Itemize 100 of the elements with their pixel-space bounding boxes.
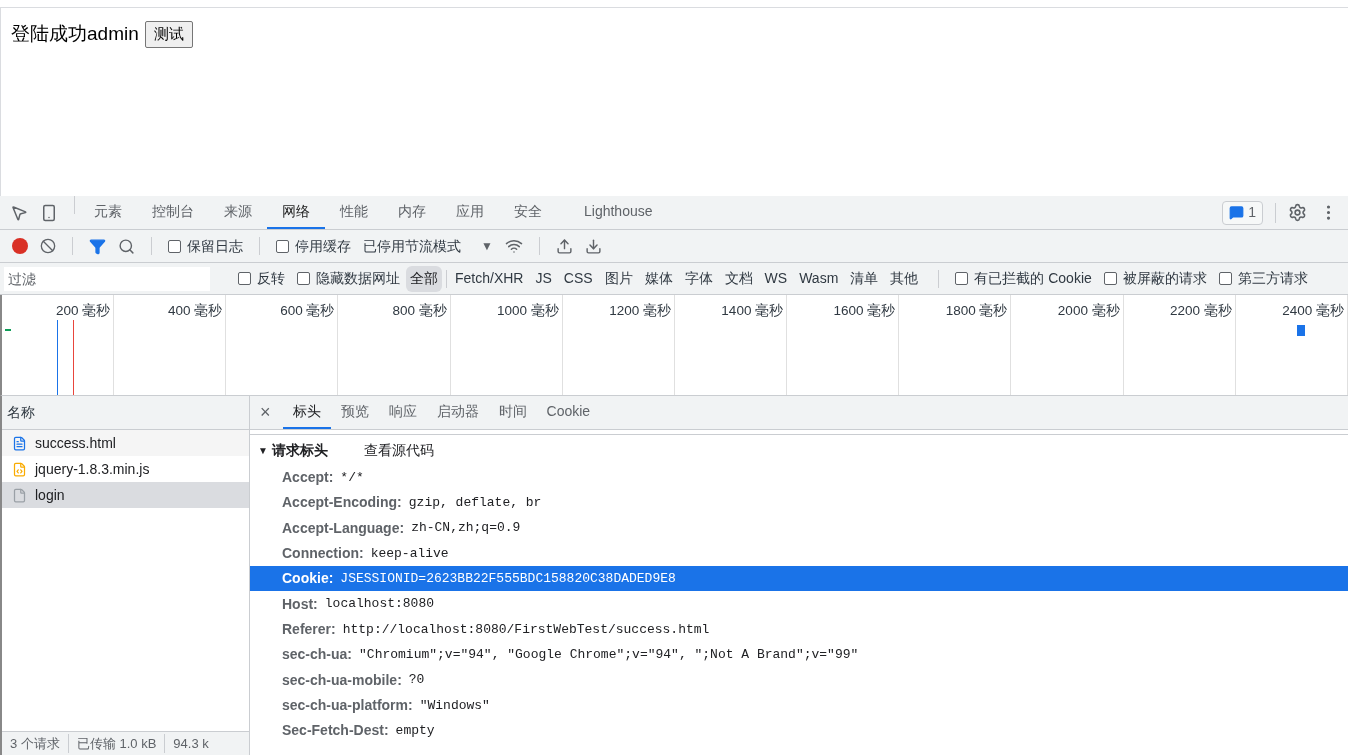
header-value: ?0 [408,671,425,690]
header-name: Accept-Encoding: [282,493,402,513]
network-conditions-icon[interactable] [504,237,523,255]
request-row[interactable]: login [2,482,249,508]
header-value: */* [340,468,364,487]
column-header: 名称 [7,403,35,422]
type-filter[interactable]: 全部 [406,265,442,292]
header-value: localhost:8080 [324,595,434,614]
checkbox[interactable] [1218,272,1232,285]
detail-tab[interactable]: 标头 [282,396,331,429]
type-filter[interactable]: JS [531,265,556,292]
panel-tab[interactable]: 控制台 [137,196,209,229]
time-tick: 200 毫秒 [55,302,111,320]
header-name: Referer: [282,619,336,639]
header-name: sec-ch-ua: [282,645,353,665]
inspect-icon[interactable] [10,203,28,222]
request-name: success.html [35,433,116,453]
checkbox-label: 反转 [257,269,285,288]
time-tick: 1200 毫秒 [609,302,671,320]
checkbox[interactable] [1103,272,1117,285]
time-tick: 2400 毫秒 [1282,302,1344,320]
header-value: empty [395,721,435,740]
document-icon [12,435,27,451]
issues-count: 1 [1248,203,1256,222]
type-filter[interactable]: 媒体 [640,265,677,292]
settings-icon[interactable] [1288,203,1307,222]
checkbox[interactable] [955,272,969,285]
header-value: "Windows" [419,696,490,715]
time-tick: 2000 毫秒 [1057,302,1120,320]
time-tick: 1400 毫秒 [721,302,784,320]
checkbox[interactable] [238,272,251,285]
request-name: login [35,485,65,505]
issues-button[interactable]: 1 [1222,200,1263,225]
type-filter[interactable]: 清单 [846,265,883,292]
panel-tab[interactable]: 来源 [209,196,267,229]
test-button[interactable]: 测试 [144,21,193,48]
clear-icon[interactable] [40,238,56,254]
checkbox[interactable] [297,272,310,285]
status-text: 3 个请求 [9,734,61,753]
section-header[interactable]: ▼ 请求标头 [258,439,328,461]
header-name: Accept-Language: [282,518,405,538]
header-name: sec-ch-ua-platform: [282,695,413,715]
detail-tab[interactable]: 启动器 [426,396,489,429]
device-icon[interactable] [40,203,58,222]
search-icon[interactable] [118,237,135,255]
checkbox-label: 第三方请求 [1237,269,1308,288]
checkbox[interactable] [276,239,289,253]
header-value: "Chromium";v="94", "Google Chrome";v="94", ";Not A Brand";v="99" [359,645,859,664]
script-file-icon [12,461,27,477]
time-tick: 1000 毫秒 [497,302,559,320]
detail-tab[interactable]: Cookie [536,396,601,429]
detail-tab[interactable]: 时间 [488,396,537,429]
checkbox-label: 隐藏数据网址 [316,269,400,288]
status-text: 已传输 1.0 kB [67,733,165,754]
header-value: gzip, deflate, br [408,494,542,513]
type-filter[interactable]: 字体 [680,265,717,292]
type-filter[interactable]: 图片 [600,265,637,292]
type-filter[interactable]: WS [760,265,792,292]
type-filter[interactable]: 其他 [886,265,923,292]
import-icon[interactable] [555,237,573,255]
throttling-dropdown[interactable]: 已停用节流模式 ▼ [363,235,493,257]
panel-tab[interactable]: 内存 [383,196,441,229]
filter-field[interactable]: 过滤 [4,266,210,291]
time-tick: 1600 毫秒 [833,302,896,320]
checkbox-label: 停用缓存 [295,236,351,256]
filter-icon[interactable] [89,237,106,255]
record-icon[interactable] [12,238,28,254]
panel-tab[interactable]: 性能 [325,196,383,229]
time-tick: 400 毫秒 [168,302,223,320]
header-value: http://localhost:8080/FirstWebTest/success.html [342,620,710,639]
panel-tab[interactable]: 应用 [441,196,499,229]
export-icon[interactable] [584,237,602,255]
close-button[interactable]: × [258,396,273,429]
type-filter[interactable]: 文档 [720,265,757,292]
checkbox[interactable] [168,239,181,253]
request-name: jquery-1.8.3.min.js [35,459,150,479]
panel-tab[interactable]: 元素 [79,196,137,229]
header-name: Accept: [282,468,334,488]
time-tick: 2200 毫秒 [1170,302,1232,320]
success-message: 登陆成功admin [11,22,139,46]
file-icon [12,487,27,503]
message-icon [1229,205,1245,220]
checkbox-label: 被屏蔽的请求 [1122,269,1207,288]
detail-tab[interactable]: 响应 [378,396,427,429]
type-filter[interactable]: CSS [559,265,597,292]
type-filter[interactable]: Wasm [795,265,843,292]
header-name: Cookie: [282,569,334,589]
panel-tab[interactable]: 安全 [499,196,557,229]
time-tick: 600 毫秒 [280,302,335,320]
header-name: Sec-Fetch-Dest: [282,721,389,741]
header-name: Host: [282,594,318,614]
request-row[interactable]: success.html [2,430,249,456]
type-filter[interactable]: Fetch/XHR [451,265,528,292]
panel-tab[interactable]: Lighthouse [569,196,668,229]
time-tick: 1800 毫秒 [945,302,1008,320]
time-tick: 800 毫秒 [392,302,447,320]
checkbox-label: 保留日志 [187,236,243,256]
view-source-link[interactable]: 查看源代码 [363,439,434,461]
header-name: sec-ch-ua-mobile: [282,670,402,690]
detail-tab[interactable]: 预览 [330,396,379,429]
